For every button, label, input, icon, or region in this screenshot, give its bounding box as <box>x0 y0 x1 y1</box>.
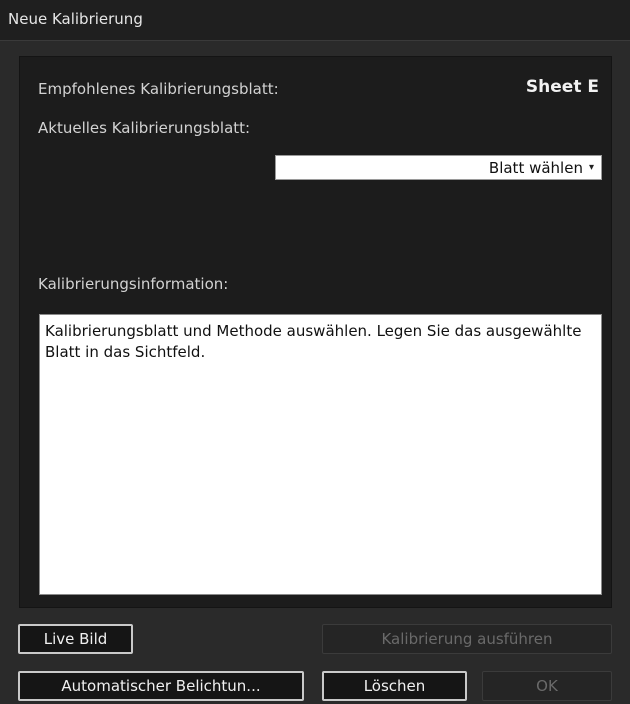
sheet-select-value: Blatt wählen <box>488 158 583 177</box>
calibration-dialog: Neue Kalibrierung Empfohlenes Kalibrieru… <box>0 0 630 704</box>
recommended-sheet-value: Sheet E <box>525 77 599 97</box>
ok-button-label: OK <box>536 677 558 695</box>
delete-button-label: Löschen <box>363 677 426 695</box>
calibration-panel: Empfohlenes Kalibrierungsblatt: Sheet E … <box>19 56 612 608</box>
delete-button[interactable]: Löschen <box>322 671 467 701</box>
calibration-info-label: Kalibrierungsinformation: <box>38 275 229 293</box>
current-sheet-label: Aktuelles Kalibrierungsblatt: <box>38 119 251 137</box>
auto-exposure-button-label: Automatischer Belichtun... <box>61 677 261 695</box>
recommended-sheet-label: Empfohlenes Kalibrierungsblatt: <box>38 80 279 98</box>
calibration-info-text: Kalibrierungsblatt und Methode auswählen… <box>39 314 602 595</box>
run-calibration-button-label: Kalibrierung ausführen <box>381 630 553 648</box>
title-bar[interactable]: Neue Kalibrierung <box>0 0 630 41</box>
sheet-select-dropdown[interactable]: Blatt wählen ▾ <box>275 155 602 180</box>
ok-button[interactable]: OK <box>482 671 612 701</box>
window-title: Neue Kalibrierung <box>8 10 143 28</box>
live-image-button[interactable]: Live Bild <box>18 624 133 654</box>
live-image-button-label: Live Bild <box>43 630 108 648</box>
auto-exposure-button[interactable]: Automatischer Belichtun... <box>18 671 304 701</box>
chevron-down-icon: ▾ <box>588 162 594 173</box>
run-calibration-button[interactable]: Kalibrierung ausführen <box>322 624 612 654</box>
